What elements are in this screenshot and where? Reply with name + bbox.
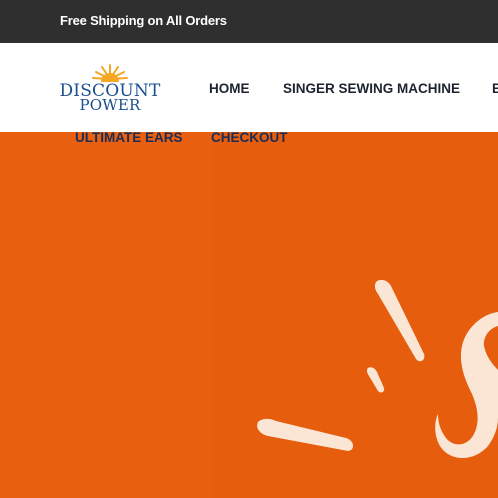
nav-home[interactable]: HOME	[209, 81, 250, 96]
logo-text-power: POWER	[79, 96, 141, 114]
site-logo[interactable]: DISCOUNT POWER	[58, 63, 162, 115]
hero-banner	[0, 132, 498, 498]
nav-singer-sewing-machine[interactable]: SINGER SEWING MACHINE	[283, 81, 460, 96]
nav-ultimate-ears[interactable]: ULTIMATE EARS	[75, 130, 183, 145]
announcement-text: Free Shipping on All Orders	[60, 13, 227, 28]
nav-item-partial[interactable]: B	[492, 81, 498, 96]
hero-brush-art	[257, 279, 498, 458]
site-header: DISCOUNT POWER HOME SINGER SEWING MACHIN…	[0, 43, 498, 132]
announcement-bar: Free Shipping on All Orders	[0, 0, 498, 43]
nav-checkout[interactable]: CHECKOUT	[211, 130, 288, 145]
